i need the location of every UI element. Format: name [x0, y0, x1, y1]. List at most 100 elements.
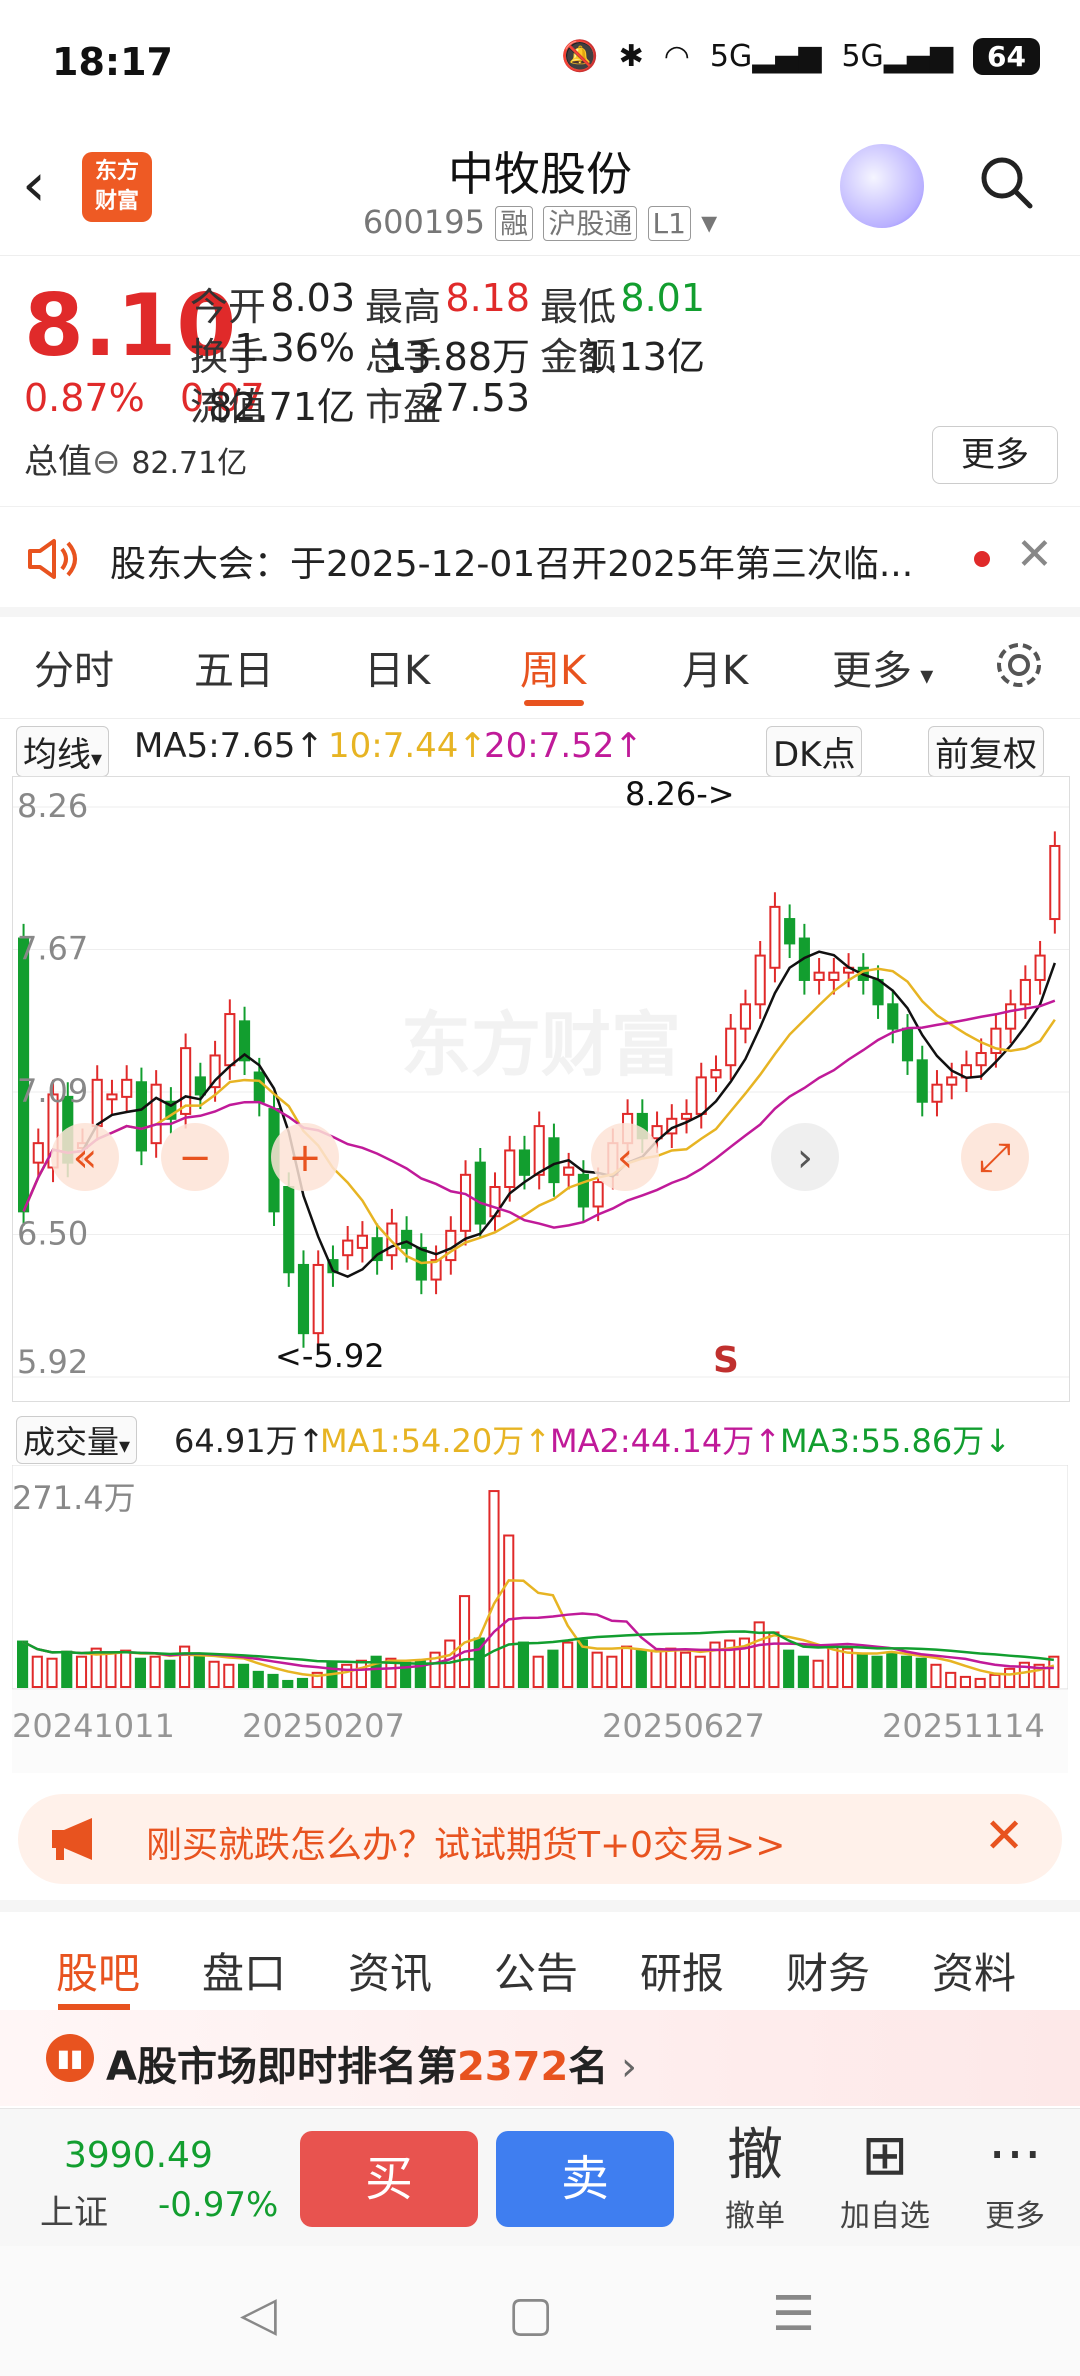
candle-body: [209, 1054, 221, 1089]
ma10-value: 10:7.44↑: [328, 726, 487, 766]
close-ad-button[interactable]: ✕: [984, 1808, 1024, 1864]
candle-body: [754, 954, 766, 1006]
volume-bar: [503, 1534, 515, 1688]
dropdown-icon[interactable]: ▾: [701, 203, 717, 241]
tab-weekly-k[interactable]: 周K: [520, 638, 586, 696]
candle-body: [739, 1003, 752, 1030]
volume-value: 64.91万↑: [174, 1422, 325, 1460]
adjust-button[interactable]: 前复权: [928, 726, 1044, 777]
volume-bar: [296, 1677, 309, 1688]
zoom-out-icon[interactable]: −: [161, 1123, 229, 1191]
cancel-order-button[interactable]: 撤撤单: [700, 2121, 810, 2235]
volume-bar: [223, 1663, 235, 1688]
futures-ad-banner[interactable]: 刚买就跌怎么办？试试期货T+0交易>> ✕: [18, 1794, 1062, 1884]
tab-orderbook[interactable]: 盘口: [202, 1940, 286, 2001]
signal-icon: 5G▂▄▆: [709, 39, 822, 74]
volume-bar: [341, 1663, 353, 1688]
tab-more[interactable]: 更多 ▾: [832, 638, 933, 696]
ma5-value: MA5:7.65↑: [134, 726, 324, 766]
candlestick-chart[interactable]: 东方财富 8.26 7.67 7.09 6.50 5.92 8.26-> <-5.92 S « − +…: [12, 776, 1070, 1402]
tab-announcements[interactable]: 公告: [494, 1940, 578, 2001]
quote-value: 8.18: [445, 276, 530, 320]
svg-text:«: «: [73, 1135, 97, 1181]
ma-mode-select[interactable]: 均线▾: [16, 726, 110, 777]
index-value[interactable]: 3990.49: [64, 2135, 213, 2176]
dk-point-button[interactable]: DK点: [766, 726, 863, 777]
candle-body: [121, 1078, 133, 1098]
buy-button[interactable]: 买: [300, 2131, 478, 2227]
candle-body: [577, 1173, 589, 1208]
volume-bar: [149, 1655, 161, 1688]
sell-button[interactable]: 卖: [496, 2131, 674, 2227]
tab-five-day[interactable]: 五日: [194, 638, 274, 696]
quote-value: 82.71亿: [208, 385, 355, 429]
search-icon[interactable]: [978, 154, 1034, 210]
nav-home-icon[interactable]: ▢: [508, 2286, 553, 2342]
quote-value: 13.88万: [383, 335, 530, 379]
candle-body: [91, 1078, 103, 1128]
svg-text:−: −: [178, 1135, 212, 1181]
candle-body: [725, 1027, 737, 1067]
zoom-in-icon[interactable]: +: [271, 1123, 339, 1191]
trade-toolbar: 3990.49 上证 -0.97% 买 卖 撤撤单 ⊞ 加自选 ··· 更多: [0, 2108, 1080, 2247]
prev-icon[interactable]: ‹: [591, 1123, 659, 1191]
volume-bar: [694, 1655, 706, 1688]
ma20-value: 20:7.52↑: [484, 726, 643, 766]
volume-bar: [208, 1660, 220, 1688]
volume-bar: [61, 1650, 73, 1688]
notice-text: 股东大会：于2025-12-01召开2025年第三次临...: [110, 544, 914, 585]
system-nav-bar: ◁ ▢ ☰: [0, 2246, 1080, 2376]
tab-research[interactable]: 研报: [640, 1940, 724, 2001]
more-tools-button[interactable]: ··· 更多: [960, 2121, 1070, 2235]
close-notice-button[interactable]: ✕: [1016, 529, 1053, 580]
candle-body: [946, 1076, 958, 1086]
rank-chart-icon: ▮▮: [46, 2034, 94, 2082]
volume-bar: [1004, 1667, 1016, 1689]
tab-forum[interactable]: 股吧: [56, 1940, 140, 2001]
fullscreen-icon[interactable]: ⤢: [961, 1123, 1029, 1191]
nav-menu-icon[interactable]: ☰: [772, 2286, 815, 2342]
volume-bar: [930, 1663, 942, 1688]
volume-select[interactable]: 成交量▾: [16, 1416, 138, 1464]
volume-bar: [783, 1649, 795, 1688]
vol-ma1: MA1:54.20万↑: [320, 1422, 552, 1460]
tag-connect: 沪股通: [543, 206, 638, 241]
ad-text: 刚买就跌怎么办？试试期货T+0交易>>: [146, 1825, 786, 1866]
tab-finance[interactable]: 财务: [786, 1940, 870, 2001]
add-watchlist-button[interactable]: ⊞ 加自选: [830, 2121, 940, 2235]
rewind-icon[interactable]: «: [51, 1123, 119, 1191]
tab-profile[interactable]: 资料: [932, 1940, 1016, 2001]
notice-bar[interactable]: 股东大会：于2025-12-01召开2025年第三次临... ✕: [0, 506, 1080, 617]
vol-ma2: MA2:44.14万↑: [550, 1422, 782, 1460]
market-rank-bar[interactable]: ▮▮ A股市场即时排名第2372名 ›: [0, 2010, 1080, 2106]
date-axis-band: [12, 1689, 1068, 1773]
volume-chart[interactable]: 271.4万20241011202502072025062720251114: [12, 1465, 1068, 1775]
index-pct: -0.97%: [158, 2185, 279, 2225]
candle-body: [784, 918, 796, 945]
candle-body: [769, 905, 781, 969]
candle-body: [224, 1013, 236, 1067]
tab-monthly-k[interactable]: 月K: [682, 638, 748, 696]
candle-body: [342, 1239, 354, 1257]
candle-body: [135, 1081, 147, 1152]
candle-body: [872, 978, 884, 1006]
more-quote-button[interactable]: 更多: [932, 426, 1058, 484]
assistant-robot-icon[interactable]: [840, 144, 924, 228]
volume-bar: [120, 1649, 132, 1688]
tab-daily-k[interactable]: 日K: [364, 638, 430, 696]
volume-bar: [547, 1649, 559, 1688]
sell-signal-marker: S: [713, 1340, 739, 1381]
tab-news[interactable]: 资讯: [348, 1940, 432, 2001]
info-icon[interactable]: ⊖: [92, 442, 121, 482]
bluetooth-icon: ✱: [618, 39, 644, 74]
tab-intraday[interactable]: 分时: [34, 638, 114, 696]
candle-body: [813, 971, 825, 981]
next-icon[interactable]: ›: [771, 1123, 839, 1191]
nav-back-icon[interactable]: ◁: [240, 2286, 277, 2342]
volume-bar: [886, 1651, 898, 1689]
candle-body: [474, 1161, 486, 1225]
candle-body: [1019, 978, 1031, 1006]
gear-icon[interactable]: [992, 638, 1046, 692]
watermark: 东方财富: [401, 1004, 681, 1086]
candle-body: [504, 1149, 516, 1189]
